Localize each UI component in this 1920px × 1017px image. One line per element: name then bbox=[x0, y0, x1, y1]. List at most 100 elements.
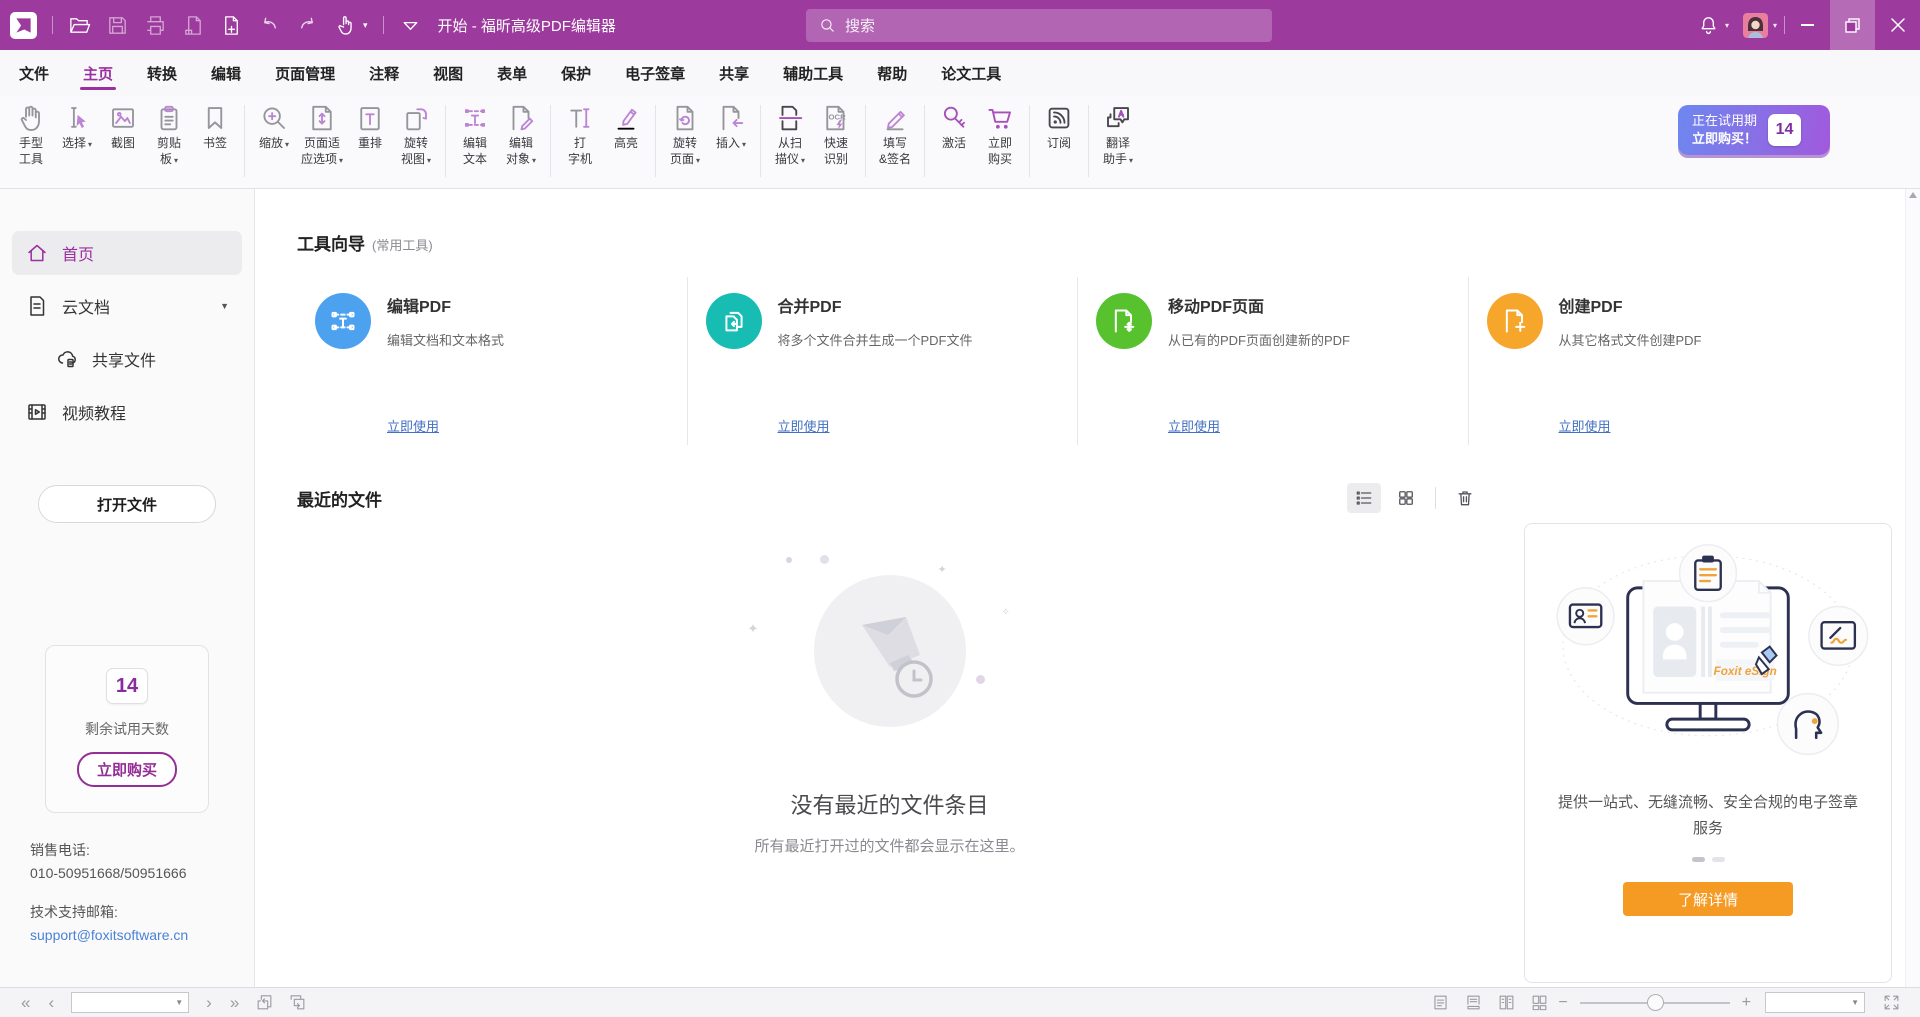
sidebar-item-home[interactable]: 首页 bbox=[12, 231, 242, 275]
tool-quick-ocr[interactable]: OCR 快速识别 bbox=[813, 103, 859, 167]
buy-now-button[interactable]: 立即购买 bbox=[77, 752, 177, 787]
undo-icon[interactable] bbox=[258, 14, 281, 37]
facing-view-button[interactable] bbox=[1490, 993, 1523, 1012]
use-now-link[interactable]: 立即使用 bbox=[1168, 416, 1220, 435]
single-page-view-button[interactable] bbox=[1424, 993, 1457, 1012]
tool-translate-assistant[interactable]: 翻译助手▾ bbox=[1095, 103, 1141, 167]
menu-esign[interactable]: 电子签章 bbox=[608, 50, 702, 96]
tool-reflow[interactable]: 重排 bbox=[347, 103, 393, 152]
page-number-input[interactable]: ▼ bbox=[71, 992, 189, 1013]
zoom-slider[interactable] bbox=[1580, 1002, 1730, 1004]
bell-caret[interactable]: ▾ bbox=[1725, 21, 1729, 30]
zoom-in-button[interactable]: + bbox=[1740, 994, 1753, 1012]
next-page-button[interactable]: › bbox=[197, 994, 221, 1011]
tool-clipboard[interactable]: 剪贴板▾ bbox=[146, 103, 192, 167]
card-move-pdf-pages[interactable]: 移动PDF页面 从已有的PDF页面创建新的PDF 立即使用 bbox=[1077, 277, 1468, 445]
menu-form[interactable]: 表单 bbox=[480, 50, 544, 96]
continuous-view-button[interactable] bbox=[1457, 993, 1490, 1012]
open-file-button[interactable]: 打开文件 bbox=[38, 485, 216, 523]
vertical-scrollbar[interactable] bbox=[1905, 189, 1920, 987]
chevron-down-icon[interactable]: ▼ bbox=[220, 301, 229, 311]
list-view-button[interactable] bbox=[1347, 483, 1381, 513]
close-button[interactable] bbox=[1875, 0, 1920, 50]
menu-share[interactable]: 共享 bbox=[702, 50, 766, 96]
tool-from-scanner[interactable]: 从扫描仪▾ bbox=[767, 103, 813, 167]
fullscreen-button[interactable] bbox=[1875, 993, 1908, 1012]
use-now-link[interactable]: 立即使用 bbox=[778, 416, 830, 435]
new-document-icon[interactable] bbox=[220, 14, 243, 37]
account-button[interactable]: ▾ bbox=[1736, 13, 1784, 38]
menu-help[interactable]: 帮助 bbox=[860, 50, 924, 96]
use-now-link[interactable]: 立即使用 bbox=[387, 416, 439, 435]
tool-snapshot[interactable]: 截图 bbox=[100, 103, 146, 152]
scrollbar-up-arrow[interactable] bbox=[1909, 192, 1917, 198]
menu-convert[interactable]: 转换 bbox=[130, 50, 194, 96]
menu-edit[interactable]: 编辑 bbox=[194, 50, 258, 96]
promo-dot[interactable] bbox=[1712, 857, 1725, 862]
previous-page-button[interactable]: ‹ bbox=[39, 994, 63, 1011]
tool-insert[interactable]: 插入▾ bbox=[708, 103, 754, 152]
tool-hand[interactable]: 手型工具 bbox=[8, 103, 54, 167]
menu-paper-tools[interactable]: 论文工具 bbox=[924, 50, 1018, 96]
tool-rotate-pages[interactable]: 旋转页面▾ bbox=[662, 103, 708, 167]
tool-zoom[interactable]: 缩放▾ bbox=[251, 103, 297, 152]
menu-page-management[interactable]: 页面管理 bbox=[258, 50, 352, 96]
account-caret[interactable]: ▾ bbox=[1773, 21, 1777, 30]
menu-comment[interactable]: 注释 bbox=[352, 50, 416, 96]
card-merge-pdf[interactable]: 合并PDF 将多个文件合并生成一个PDF文件 立即使用 bbox=[687, 277, 1078, 445]
support-email-link[interactable]: support@foxitsoftware.cn bbox=[30, 924, 254, 947]
menu-accessibility[interactable]: 辅助工具 bbox=[766, 50, 860, 96]
previous-view-button[interactable] bbox=[248, 993, 281, 1012]
foxit-logo-icon[interactable] bbox=[10, 12, 37, 39]
tool-activate[interactable]: 激活 bbox=[931, 103, 977, 152]
sidebar-item-cloud-docs[interactable]: 云文档 ▼ bbox=[12, 284, 242, 328]
tool-fill-sign[interactable]: 填写&签名 bbox=[872, 103, 918, 167]
tool-subscribe[interactable]: 订阅 bbox=[1036, 103, 1082, 152]
menu-view[interactable]: 视图 bbox=[416, 50, 480, 96]
trial-badge-line1: 正在试用期 bbox=[1692, 112, 1757, 130]
use-now-link[interactable]: 立即使用 bbox=[1559, 416, 1611, 435]
tool-fit-page[interactable]: 页面适应选项▾ bbox=[297, 103, 347, 167]
card-edit-pdf[interactable]: 编辑PDF 编辑文档和文本格式 立即使用 bbox=[297, 277, 687, 445]
sidebar-item-shared-files[interactable]: 共享文件 bbox=[12, 337, 242, 381]
collapse-toolbar-icon[interactable] bbox=[399, 14, 422, 37]
tool-highlight[interactable]: 高亮 bbox=[603, 103, 649, 152]
restore-button[interactable] bbox=[1830, 0, 1875, 50]
last-page-button[interactable]: » bbox=[221, 994, 248, 1011]
sidebar-item-video-tutorials[interactable]: 视频教程 bbox=[12, 390, 242, 434]
menu-protect[interactable]: 保护 bbox=[544, 50, 608, 96]
zoom-level-input[interactable]: ▼ bbox=[1765, 992, 1865, 1013]
redo-icon[interactable] bbox=[296, 14, 319, 37]
tool-typewriter[interactable]: 打字机 bbox=[557, 103, 603, 167]
zoom-slider-knob[interactable] bbox=[1647, 994, 1664, 1011]
home-icon bbox=[25, 241, 49, 265]
user-avatar[interactable] bbox=[1743, 13, 1768, 38]
first-page-button[interactable]: « bbox=[12, 994, 39, 1011]
tool-edit-text[interactable]: 编辑文本 bbox=[452, 103, 498, 167]
minimize-button[interactable] bbox=[1785, 0, 1830, 50]
learn-more-button[interactable]: 了解详情 bbox=[1623, 882, 1793, 916]
menu-home[interactable]: 主页 bbox=[66, 50, 130, 96]
search-input[interactable]: 搜索 bbox=[806, 9, 1272, 42]
promo-dot-active[interactable] bbox=[1692, 857, 1705, 862]
open-file-icon[interactable] bbox=[68, 14, 91, 37]
hand-pointer-icon[interactable] bbox=[334, 14, 357, 37]
tool-rotate-view[interactable]: 旋转视图▾ bbox=[393, 103, 439, 167]
tool-select[interactable]: 选择▾ bbox=[54, 103, 100, 152]
menu-file[interactable]: 文件 bbox=[2, 50, 66, 96]
notifications-button[interactable]: ▾ bbox=[1690, 14, 1736, 37]
zoom-out-button[interactable]: − bbox=[1556, 994, 1569, 1012]
tool-buy-now[interactable]: 立即购买 bbox=[977, 103, 1023, 167]
grid-view-button[interactable] bbox=[1389, 483, 1423, 513]
tool-edit-object[interactable]: 编辑对象▾ bbox=[498, 103, 544, 167]
clear-recent-button[interactable] bbox=[1448, 483, 1482, 513]
tool-bookmark[interactable]: 书签 bbox=[192, 103, 238, 152]
chevron-down-icon[interactable]: ▼ bbox=[175, 998, 188, 1007]
next-view-button[interactable] bbox=[281, 993, 314, 1012]
facing-continuous-view-button[interactable] bbox=[1523, 993, 1556, 1012]
hand-tool-caret[interactable]: ▾ bbox=[363, 20, 368, 31]
trial-badge[interactable]: 正在试用期 立即购买！ 14 bbox=[1678, 105, 1830, 155]
card-create-pdf[interactable]: 创建PDF 从其它格式文件创建PDF 立即使用 bbox=[1468, 277, 1859, 445]
chevron-down-icon[interactable]: ▼ bbox=[1851, 998, 1864, 1007]
decor-dot bbox=[820, 555, 829, 564]
